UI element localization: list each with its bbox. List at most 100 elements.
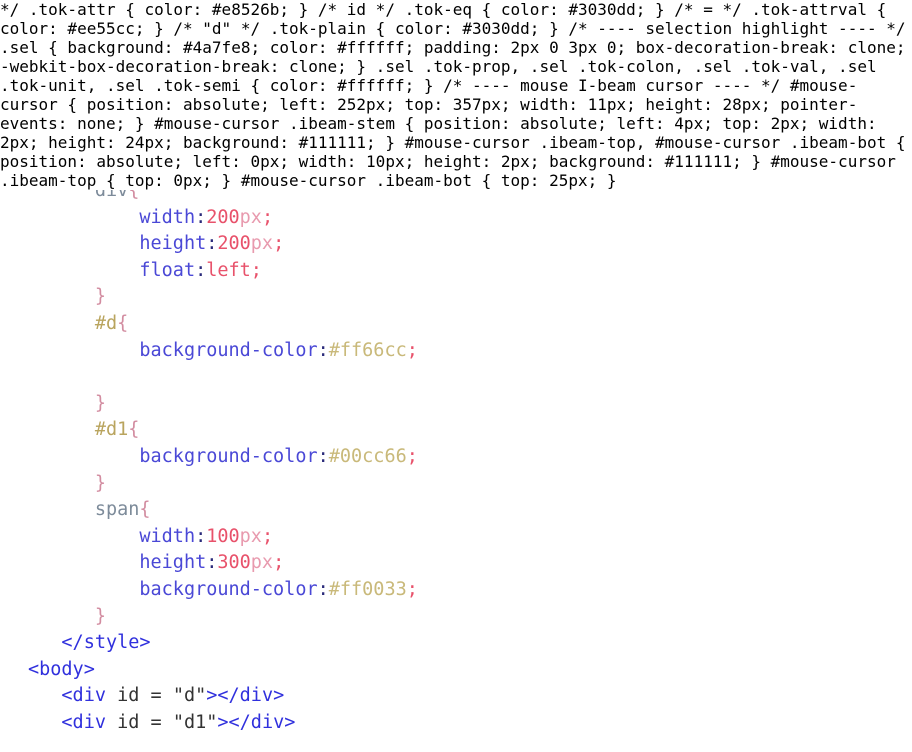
code-token-brace: } [94,286,106,308]
code-token-colon: : [317,445,329,467]
code-line[interactable]: #d{ [0,311,912,338]
code-token-semi: ; [261,525,274,547]
code-token-idsel: #d1 [94,419,129,441]
code-token-brace: { [117,312,129,334]
code-token-unit: px [239,206,262,228]
code-line[interactable]: background-color:#ff66cc; [0,338,912,365]
code-line[interactable]: width:200px; [0,205,912,232]
code-token-prop: width [139,206,196,228]
code-token-val: left [206,259,251,281]
code-token-semi: ; [406,339,418,361]
code-token-attrval: "d" [172,685,207,707]
code-token-prop: width [139,525,196,547]
code-line[interactable]: background-color:#ff0033; [0,577,912,604]
code-token-brace: { [128,190,140,201]
code-token-unit: px [250,552,274,574]
code-token-tag: <body> [28,658,95,680]
code-token-semi: ; [406,445,418,467]
code-token-semi: ; [273,552,285,574]
code-token-colon: : [206,233,218,255]
code-token-hex: #ff66cc [328,339,407,361]
code-line[interactable]: } [0,471,912,498]
code-token-brace: { [139,499,151,521]
code-token-tag: <div [61,711,106,733]
code-line[interactable]: float:left; [0,258,912,285]
code-line[interactable]: #d1{ [0,417,912,444]
code-token-attr: id [117,685,140,707]
code-token-tag: ></div> [206,685,285,707]
code-text-area[interactable]: div{ width:200px; height:200px; float:le… [0,190,912,736]
code-token-colon: : [206,552,218,574]
code-token-prop: height [139,233,207,255]
code-line[interactable]: } [0,604,912,631]
code-token-val: 100 [206,525,240,547]
code-token-brace: } [94,605,106,627]
code-token-attr: id [117,711,140,733]
code-token-colon: : [317,578,329,600]
code-line[interactable]: <div id = "d1"></div> [0,710,912,737]
code-line[interactable]: } [0,284,912,311]
code-token-brace: { [128,419,140,441]
code-line[interactable]: } [0,391,912,418]
code-token-val: 300 [217,552,251,574]
code-editor[interactable]: div{ width:200px; height:200px; float:le… [0,190,912,752]
code-token-prop: background-color [139,578,318,600]
code-token-elem: div [94,190,129,201]
code-line[interactable]: span{ [0,497,912,524]
code-line[interactable]: div{ [0,190,912,205]
code-token-hex: #00cc66 [328,445,407,467]
code-token-prop: background-color [139,339,318,361]
code-token-brace: } [94,472,106,494]
code-token-semi: ; [273,233,285,255]
code-token-prop: background-color [139,445,318,467]
code-token-val: 200 [206,206,240,228]
code-token-tag: <div [61,685,106,707]
code-token-hex: #ff0033 [328,578,407,600]
code-token-semi: ; [250,259,262,281]
code-token-prop: float [139,259,196,281]
code-token-elem: span [94,499,140,521]
code-line[interactable]: height:200px; [0,231,912,258]
code-line[interactable]: background-color:#00cc66; [0,444,912,471]
code-line[interactable]: </style> [0,630,912,657]
code-token-unit: px [250,233,274,255]
code-token-semi: ; [261,206,274,228]
code-token-brace: } [94,392,106,414]
code-token-colon: : [195,259,207,281]
code-token-colon: : [195,525,207,547]
code-token-tag: ></div> [217,711,296,733]
code-line[interactable] [0,364,912,391]
code-line[interactable]: height:300px; [0,550,912,577]
selected-code-fragment[interactable]: width:200px; [139,207,273,228]
code-line[interactable]: <body> [0,657,912,684]
code-line[interactable]: width:100px; [0,524,912,551]
code-token-colon: : [195,206,207,228]
code-token-eq: = [150,685,162,707]
code-token-tag: </style> [61,632,151,654]
code-line[interactable]: <div id = "d"></div> [0,683,912,710]
code-token-val: 200 [217,233,251,255]
